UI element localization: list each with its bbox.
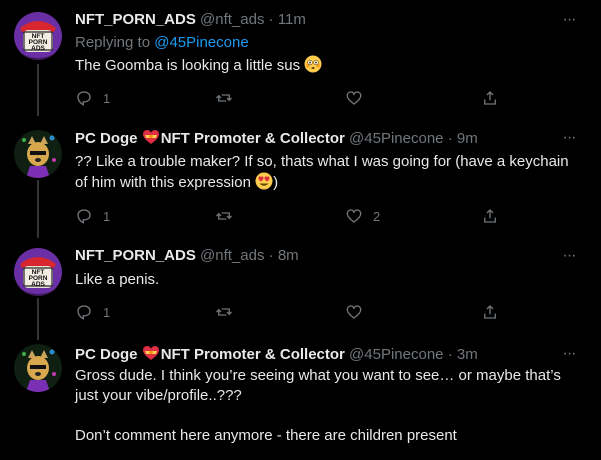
heart-icon	[346, 209, 362, 223]
pc-doge-avatar-image	[14, 344, 62, 392]
tweet-text: ?? Like a trouble maker? If so, thats wh…	[75, 152, 575, 196]
share-button[interactable]	[481, 206, 499, 226]
reply-count: 1	[103, 304, 111, 320]
tweet-text-line: Don’t comment here anymore - there are c…	[75, 427, 457, 444]
replying-to: Replying to @45Pinecone	[75, 33, 249, 53]
tweet-text-line: Gross dude. I think you’re seeing what y…	[75, 367, 561, 384]
user-handle[interactable]: @nft_ads	[200, 247, 264, 264]
more-options-icon[interactable]: ···	[559, 346, 579, 368]
separator-dot: ·	[268, 11, 274, 28]
display-name[interactable]: PC Doge NFT Promoter & Collector	[75, 346, 349, 363]
more-options-icon[interactable]: ···	[559, 248, 579, 270]
avatar-logo-text: ADS	[31, 281, 45, 288]
heart-icon	[346, 305, 362, 319]
more-options-icon[interactable]: ···	[559, 130, 579, 152]
heart-with-ribbon-icon	[142, 344, 160, 368]
retweet-icon	[216, 308, 232, 316]
tweet-text-line: just your vibe/profile..???	[75, 387, 242, 404]
share-icon	[484, 209, 496, 223]
share-button[interactable]	[481, 88, 499, 108]
reply-count: 1	[103, 208, 111, 224]
avatar[interactable]: NFT PORN ADS	[14, 248, 62, 296]
display-name[interactable]: NFT_PORN_ADS	[75, 247, 196, 264]
retweet-button[interactable]	[215, 302, 233, 322]
tweet-text-line-part: of him with this expression	[75, 174, 251, 191]
tweet-actions: 1 2	[75, 206, 575, 226]
reply-button[interactable]: 1	[75, 302, 110, 322]
tweet-text: Gross dude. I think you’re seeing what y…	[75, 366, 575, 446]
timestamp[interactable]: 8m	[278, 247, 299, 264]
display-name[interactable]: NFT_PORN_ADS	[75, 11, 196, 28]
avatar-logo-text: ADS	[31, 45, 45, 52]
nft-porn-ads-avatar-image: NFT PORN ADS	[14, 12, 62, 60]
tweet-actions: 1	[75, 88, 575, 108]
tweet[interactable]: PC Doge NFT Promoter & Collector @45Pine…	[0, 118, 601, 236]
tweet-text-line: of him with this expression )	[75, 172, 575, 196]
tweet-header: PC Doge NFT Promoter & Collector @45Pine…	[75, 344, 478, 368]
like-count: 2	[373, 208, 381, 224]
like-button[interactable]	[345, 302, 363, 322]
separator-dot: ·	[268, 247, 274, 264]
display-name-suffix: NFT Promoter & Collector	[160, 130, 345, 147]
tweet[interactable]: NFT PORN ADS NFT_PORN_ADS @nft_ads · 8m …	[0, 236, 601, 336]
avatar[interactable]: NFT PORN ADS	[14, 12, 62, 60]
avatar[interactable]	[14, 130, 62, 178]
pc-doge-avatar-image	[14, 130, 62, 178]
retweet-icon	[216, 212, 232, 220]
flushed-face-emoji-icon	[304, 55, 322, 79]
like-button[interactable]	[345, 88, 363, 108]
retweet-button[interactable]	[215, 88, 233, 108]
heart-eyes-face-emoji-icon	[255, 172, 273, 196]
heart-with-ribbon-icon	[142, 128, 160, 152]
reply-icon	[77, 305, 91, 320]
user-handle[interactable]: @45Pinecone	[349, 130, 443, 147]
tweet-text-content: The Goomba is looking a little sus	[75, 57, 301, 74]
user-handle[interactable]: @45Pinecone	[349, 346, 443, 363]
replying-to-label: Replying to	[75, 34, 151, 51]
tweet-actions: 1	[75, 302, 575, 322]
tweet-text-line: ?? Like a trouble maker? If so, thats wh…	[75, 153, 569, 170]
share-button[interactable]	[481, 302, 499, 322]
reply-button[interactable]: 1	[75, 206, 110, 226]
display-name-text: PC Doge	[75, 346, 138, 363]
retweet-button[interactable]	[215, 206, 233, 226]
display-name-suffix: NFT Promoter & Collector	[160, 346, 345, 363]
reply-count: 1	[103, 90, 111, 106]
timestamp[interactable]: 9m	[457, 130, 478, 147]
tweet-header: PC Doge NFT Promoter & Collector @45Pine…	[75, 128, 478, 152]
user-handle[interactable]: @nft_ads	[200, 11, 264, 28]
reply-button[interactable]: 1	[75, 88, 110, 108]
replying-to-handle-link[interactable]: @45Pinecone	[154, 34, 248, 51]
separator-dot: ·	[447, 346, 453, 363]
display-name[interactable]: PC Doge NFT Promoter & Collector	[75, 130, 349, 147]
retweet-icon	[216, 94, 232, 102]
separator-dot: ·	[447, 130, 453, 147]
like-button[interactable]: 2	[345, 206, 380, 226]
tweet-header: NFT_PORN_ADS @nft_ads · 11m	[75, 10, 306, 30]
timestamp[interactable]: 11m	[278, 11, 306, 28]
tweet[interactable]: PC Doge NFT Promoter & Collector @45Pine…	[0, 336, 601, 460]
tweet[interactable]: NFT PORN ADS NFT_PORN_ADS @nft_ads · 11m…	[0, 0, 601, 118]
tweet-text-content: Like a penis.	[75, 271, 160, 288]
share-icon	[484, 305, 496, 319]
reply-icon	[77, 91, 91, 106]
tweet-header: NFT_PORN_ADS @nft_ads · 8m	[75, 246, 299, 266]
nft-porn-ads-avatar-image: NFT PORN ADS	[14, 248, 62, 296]
tweet-text: Like a penis.	[75, 270, 575, 290]
tweet-text-line-end: )	[273, 174, 279, 191]
heart-icon	[346, 91, 362, 105]
timestamp[interactable]: 3m	[457, 346, 478, 363]
tweet-text: The Goomba is looking a little sus	[75, 55, 575, 79]
more-options-icon[interactable]: ···	[559, 12, 579, 34]
avatar[interactable]	[14, 344, 62, 392]
reply-icon	[77, 209, 91, 224]
share-icon	[484, 91, 496, 105]
display-name-text: PC Doge	[75, 130, 138, 147]
